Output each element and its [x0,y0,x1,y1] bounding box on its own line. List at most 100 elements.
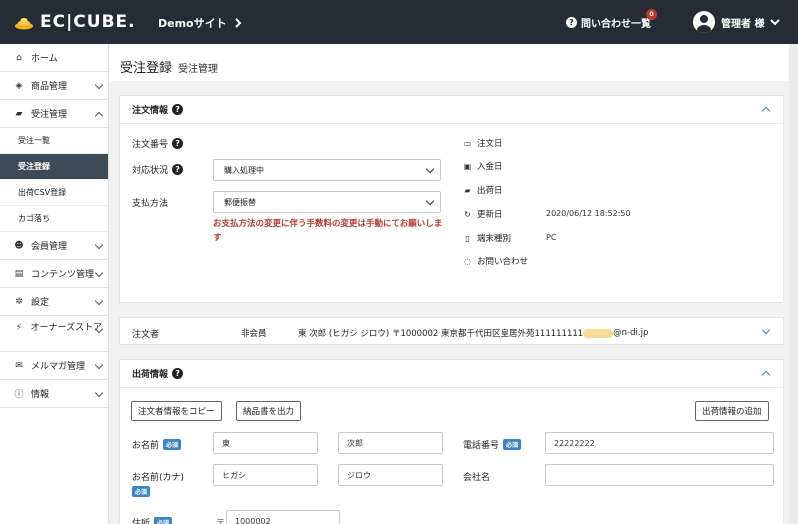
inquiry-list-link[interactable]: ? 問い合わせ一覧 0 [566,9,657,30]
payment-select[interactable]: 郵便振替 [213,191,441,213]
company-input[interactable] [545,464,774,486]
sidebar-item-home[interactable]: ⌂ ホーム [0,44,108,72]
first-kana-input[interactable]: ジロウ [338,464,443,486]
customer-summary: 東 次郎 (ヒガシ ジロウ) 〒1000002 東京都千代田区皇居外苑11111… [298,327,648,339]
order-info-header[interactable]: 注文情報 ? [120,96,783,124]
help-icon[interactable]: ? [172,138,184,149]
question-icon: ? [566,17,577,28]
sidebar-item-label: 設定 [31,298,50,308]
required-badge: 必須 [154,517,173,524]
cart-icon: ▰ [15,108,23,119]
payment-date-label: ▣ 入金日 [463,160,503,172]
sidebar-subitem-abandoned-cart[interactable]: カゴ落ち [0,206,108,232]
sidebar-item-products[interactable]: ◈ 商品管理 [0,72,108,100]
customer-label: 注文者 [132,330,160,340]
delivery-slip-button[interactable]: 納品書を出力 [236,401,302,421]
kana-label-text: お名前(カナ) [132,473,185,483]
sidebar-item-orders[interactable]: ▰ 受注管理 [0,100,108,128]
address-label: 住所 必須 [132,516,173,524]
collapse-icon[interactable] [761,106,771,116]
sidebar-item-customers[interactable]: ☻ 会員管理 [0,232,108,260]
logo-text: EC|CUBE. [40,12,136,32]
sidebar-item-contents[interactable]: ▤ コンテンツ管理 [0,260,108,288]
chevron-down-icon [94,80,104,90]
help-icon[interactable]: ? [172,104,184,115]
status-select[interactable]: 購入処理中 [213,159,441,181]
tel-label: 電話番号 必須 [463,438,522,451]
sidebar-item-label: 会員管理 [31,242,68,252]
payment-warning: お支払方法の変更に伴う手数料の変更は手動にてお願いします [213,219,443,243]
main-content: 受注登録 受注管理 注文情報 ? 注文番号? 対応状況? 購入処理中 支払方法 … [109,44,798,524]
sidebar-item-label: メルマガ管理 [31,362,86,372]
site-link-label: Demoサイト [158,17,227,30]
help-icon[interactable]: ? [172,164,184,175]
info-icon: ⓘ [14,390,24,400]
sidebar-item-label: 商品管理 [31,82,68,92]
expand-icon[interactable] [761,325,771,335]
tel-input[interactable]: 22222222 [545,432,774,454]
inquiry-label-text: お問い合わせ [477,257,529,267]
chevron-down-icon [94,240,104,250]
last-kana-input[interactable]: ヒガシ [213,464,318,486]
page-scrollbar[interactable] [789,44,798,524]
sidebar-item-label: コンテンツ管理 [31,270,95,280]
sync-icon: ↻ [464,210,471,219]
cube-logo-icon [15,18,33,30]
sidebar-item-settings[interactable]: ✲ 設定 [0,288,108,316]
sidebar-subitem-shipping-csv[interactable]: 出荷CSV登録 [0,180,108,206]
sidebar-item-label: 情報 [31,390,50,400]
customer-summary-card[interactable]: 注文者 非会員 東 次郎 (ヒガシ ジロウ) 〒1000002 東京都千代田区皇… [119,317,784,345]
gear-icon: ✲ [15,296,23,307]
shipping-card: 出荷情報 ? 注文者情報をコピー 納品書を出力 出荷情報の追加 お名前 必須 東 … [119,359,784,524]
plug-icon: ⚡ [15,323,22,333]
user-avatar-icon [693,11,715,33]
kana-label: お名前(カナ) 必須 [132,470,184,497]
truck-icon: ▰ [464,186,471,195]
file-icon: ▤ [14,268,24,279]
sidebar-item-owners-store[interactable]: ⚡ オーナーズストア [0,316,108,352]
money-icon: ▣ [463,162,472,171]
page-header: 受注登録 受注管理 [109,44,798,81]
inquiry-label: ◌ お問い合わせ [463,255,533,269]
page-subtitle: 受注管理 [178,64,219,75]
sidebar-item-label: ホーム [31,54,58,64]
users-icon: ☻ [14,240,24,251]
ship-date-label: ▰ 出荷日 [463,184,503,196]
last-name-input[interactable]: 東 [213,432,318,454]
status-label: 対応状況? [132,163,184,176]
sidebar-subitem-order-list[interactable]: 受注一覧 [0,128,108,154]
collapse-icon[interactable] [761,370,771,380]
first-name-input[interactable]: 次郎 [338,432,443,454]
address-label-text: 住所 [132,519,151,524]
required-badge: 必須 [503,439,522,450]
order-no-label-text: 注文番号 [132,140,169,150]
chevron-down-icon [770,18,781,25]
user-menu[interactable]: 管理者 様 [693,11,781,33]
zip-input[interactable]: 1000002 [226,510,340,524]
order-info-title: 注文情報 [132,106,169,116]
sidebar-subitem-order-register[interactable]: 受注登録 [0,154,108,180]
order-no-label: 注文番号? [132,137,184,150]
comment-icon: ◌ [464,257,471,266]
ship-date-label-text: 出荷日 [477,186,503,196]
updated-label-text: 更新日 [477,210,503,220]
updated-value: 2020/06/12 18:52:50 [546,209,631,218]
order-date-label-text: 注文日 [477,139,503,149]
updated-label: ↻ 更新日 [463,208,503,220]
copy-customer-button[interactable]: 注文者情報をコピー [131,401,222,421]
zip-mark: 〒 [216,519,226,524]
envelope-icon: ✉ [15,360,23,371]
inquiry-count-badge: 0 [646,9,657,20]
shipping-header[interactable]: 出荷情報 ? [120,360,783,388]
inbox-icon: ▭ [463,139,472,148]
site-link[interactable]: Demoサイト [158,15,242,31]
ec-cube-logo[interactable]: EC|CUBE. [14,12,136,32]
device-value: PC [546,233,557,242]
help-icon[interactable]: ? [172,368,184,379]
payment-label: 支払方法 [132,199,169,209]
sidebar-item-mail-magazine[interactable]: ✉ メルマガ管理 [0,352,108,380]
customer-email-tail: @n-di.jp [613,328,649,338]
page-title: 受注登録 [120,61,173,76]
add-shipping-button[interactable]: 出荷情報の追加 [695,401,769,421]
sidebar-item-info[interactable]: ⓘ 情報 [0,380,108,408]
